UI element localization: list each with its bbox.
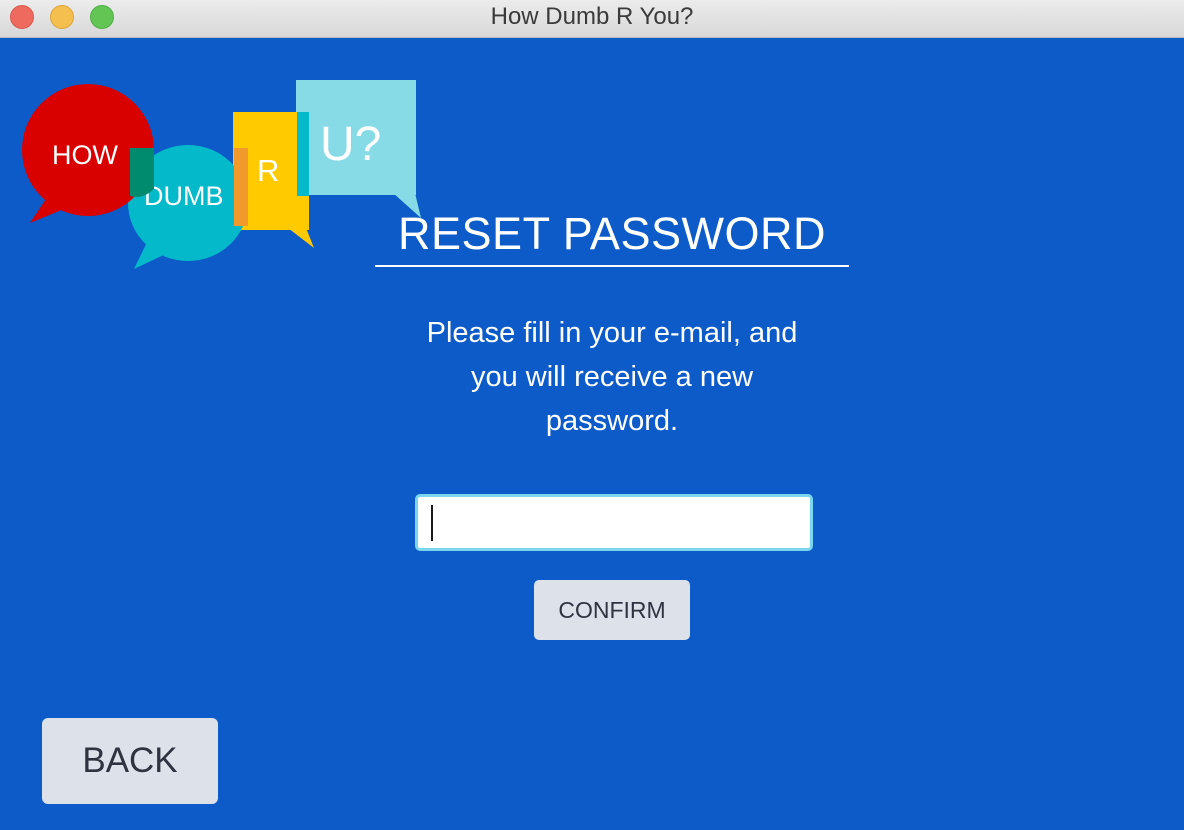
logo-word-dumb: DUMB: [144, 181, 224, 211]
logo-u-bubble: U?: [296, 80, 421, 218]
window-title: How Dumb R You?: [490, 3, 694, 30]
text-caret: [431, 505, 433, 541]
title-bar: How Dumb R You?: [0, 0, 1184, 38]
logo-word-how: HOW: [52, 140, 119, 170]
how-dumb-r-you-logo: U? R DUMB HOW: [22, 80, 421, 269]
email-input[interactable]: [415, 494, 813, 551]
logo-word-u: U?: [320, 118, 381, 171]
logo-word-r: R: [257, 153, 279, 188]
confirm-button[interactable]: CONFIRM: [534, 580, 690, 640]
reset-password-heading: RESET PASSWORD: [375, 205, 849, 267]
reset-instructions: Please fill in your e-mail, and you will…: [426, 317, 798, 437]
back-button[interactable]: BACK: [42, 718, 218, 804]
app-window: How Dumb R You? U? R DUMB HOW RESET PASS…: [0, 0, 1184, 830]
